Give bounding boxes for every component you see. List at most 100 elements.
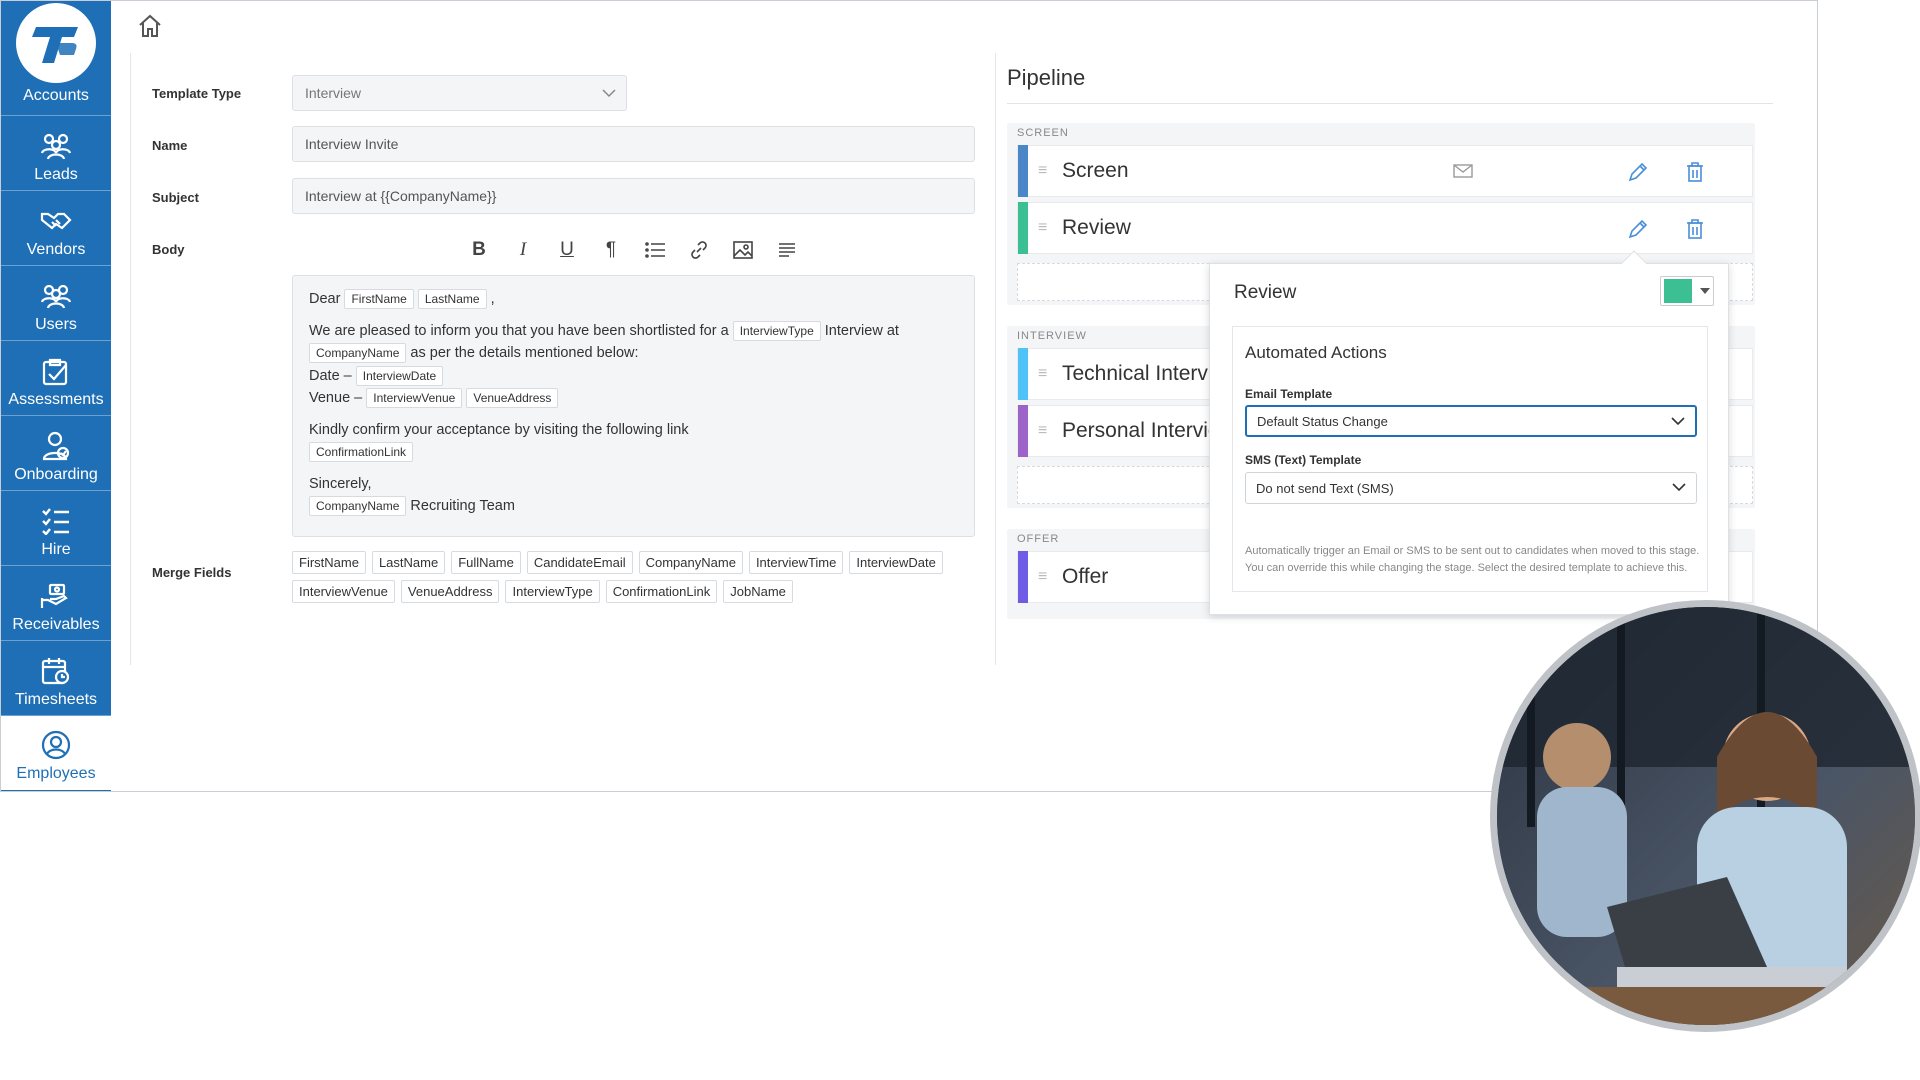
- body-label: Body: [152, 242, 185, 257]
- body-editor[interactable]: Dear FirstName LastName , We are pleased…: [292, 275, 975, 537]
- merge-tag: CompanyName: [309, 496, 407, 517]
- name-input[interactable]: Interview Invite: [292, 126, 975, 162]
- divider: [1007, 103, 1773, 104]
- merge-tag: LastName: [417, 289, 487, 310]
- sidebar-item-label: Hire: [41, 541, 71, 558]
- calendar-clock-icon: [39, 654, 73, 688]
- trash-icon[interactable]: [1685, 161, 1707, 183]
- editor-toolbar: B I U ¶: [466, 237, 800, 263]
- drag-handle-icon[interactable]: ≡: [1038, 219, 1054, 237]
- color-picker-button[interactable]: [1660, 276, 1714, 306]
- sms-template-select[interactable]: Do not send Text (SMS): [1245, 472, 1697, 504]
- merge-field[interactable]: InterviewType: [505, 580, 600, 603]
- sidebar-item-hire[interactable]: Hire: [1, 491, 111, 566]
- merge-tag: CompanyName: [309, 343, 407, 364]
- email-template-select[interactable]: Default Status Change: [1245, 405, 1697, 437]
- merge-tag: VenueAddress: [466, 388, 559, 409]
- stage-name: Offer: [1062, 565, 1109, 588]
- drag-handle-icon[interactable]: ≡: [1038, 365, 1054, 383]
- align-icon[interactable]: [774, 237, 800, 263]
- automated-actions-panel: Automated Actions Email Template Default…: [1232, 326, 1708, 592]
- editor-text: Sincerely,: [309, 475, 372, 492]
- merge-field[interactable]: JobName: [723, 580, 793, 603]
- merge-field[interactable]: CandidateEmail: [526, 551, 633, 574]
- drag-handle-icon[interactable]: ≡: [1038, 162, 1054, 180]
- merge-field[interactable]: CompanyName: [638, 551, 743, 574]
- bold-icon[interactable]: B: [466, 237, 492, 263]
- merge-field[interactable]: InterviewTime: [748, 551, 844, 574]
- editor-text: Recruiting Team: [410, 498, 515, 514]
- onboarding-icon: [39, 429, 73, 463]
- merge-field[interactable]: LastName: [371, 551, 446, 574]
- color-swatch: [1664, 279, 1692, 303]
- stage-name: Review: [1062, 216, 1131, 239]
- home-icon[interactable]: [137, 13, 163, 39]
- image-icon[interactable]: [730, 237, 756, 263]
- sidebar-item-label: Vendors: [26, 241, 86, 258]
- merge-field[interactable]: InterviewDate: [849, 551, 943, 574]
- subject-input[interactable]: Interview at {{CompanyName}}: [292, 178, 975, 214]
- merge-tag: InterviewType: [732, 320, 821, 341]
- chevron-down-icon: [1672, 483, 1686, 492]
- users-icon: [39, 279, 73, 313]
- editor-text: as per the details mentioned below:: [410, 345, 639, 361]
- list-icon[interactable]: [642, 237, 668, 263]
- edit-icon[interactable]: [1627, 218, 1649, 240]
- sidebar-item-employees[interactable]: Employees: [1, 716, 111, 790]
- section-label: OFFER: [1017, 533, 1060, 545]
- merge-field[interactable]: FirstName: [292, 551, 366, 574]
- sidebar-item-label: Leads: [34, 166, 78, 183]
- stage-settings-popover: Review Automated Actions Email Template …: [1209, 263, 1729, 615]
- merge-fields-list: FirstName LastName FullName CandidateEma…: [292, 551, 992, 603]
- merge-tag: InterviewVenue: [366, 388, 463, 409]
- editor-text: Dear: [309, 291, 341, 307]
- sidebar-item-vendors[interactable]: Vendors: [1, 191, 111, 266]
- people-icon: [39, 129, 73, 163]
- sidebar-item-receivables[interactable]: Receivables: [1, 566, 111, 641]
- sidebar-item-label: Onboarding: [14, 466, 98, 483]
- merge-fields-label: Merge Fields: [152, 565, 232, 580]
- link-icon[interactable]: [686, 237, 712, 263]
- sidebar-item-label: Timesheets: [14, 691, 98, 708]
- drag-handle-icon[interactable]: ≡: [1038, 422, 1054, 440]
- name-label: Name: [152, 138, 188, 153]
- editor-text: Date –: [309, 367, 352, 384]
- merge-field[interactable]: FullName: [451, 551, 521, 574]
- handshake-icon: [39, 204, 73, 238]
- edit-icon[interactable]: [1627, 161, 1649, 183]
- hand-money-icon: [39, 579, 73, 613]
- template-type-select[interactable]: Interview: [292, 75, 627, 111]
- help-text: Automatically trigger an Email or SMS to…: [1245, 545, 1700, 574]
- italic-icon[interactable]: I: [510, 237, 536, 263]
- sidebar-item-onboarding[interactable]: Onboarding: [1, 416, 111, 491]
- stage-color-bar: [1018, 405, 1028, 457]
- sms-template-value: Do not send Text (SMS): [1256, 480, 1394, 496]
- merge-tag: ConfirmationLink: [309, 442, 414, 463]
- automated-actions-title: Automated Actions: [1245, 343, 1387, 362]
- merge-field[interactable]: ConfirmationLink: [605, 580, 718, 603]
- sidebar-item-leads[interactable]: Leads: [1, 116, 111, 191]
- sidebar-item-assessments[interactable]: Assessments: [1, 341, 111, 416]
- sidebar-item-accounts[interactable]: Accounts: [1, 1, 111, 116]
- underline-icon[interactable]: U: [554, 237, 580, 263]
- merge-field[interactable]: VenueAddress: [400, 580, 500, 603]
- email-icon[interactable]: [1453, 163, 1475, 185]
- section-label: INTERVIEW: [1017, 330, 1087, 342]
- editor-text: Kindly confirm your acceptance by visiti…: [309, 421, 689, 438]
- template-type-value: Interview: [305, 85, 362, 101]
- subject-label: Subject: [152, 190, 199, 205]
- paragraph-icon[interactable]: ¶: [598, 237, 624, 263]
- pipeline-title: Pipeline: [1007, 65, 1086, 90]
- sidebar-item-label: Users: [35, 316, 77, 333]
- stage-name: Screen: [1062, 159, 1129, 182]
- sidebar-item-timesheets[interactable]: Timesheets: [1, 641, 111, 716]
- editor-text: Interview at: [824, 322, 899, 339]
- section-label: SCREEN: [1017, 127, 1069, 139]
- support-agents-photo: [1490, 600, 1920, 1032]
- merge-field[interactable]: InterviewVenue: [292, 580, 395, 603]
- drag-handle-icon[interactable]: ≡: [1038, 568, 1054, 586]
- trash-icon[interactable]: [1685, 218, 1707, 240]
- stage-color-bar: [1018, 202, 1028, 254]
- tp-logo-icon: [16, 3, 96, 83]
- sidebar-item-users[interactable]: Users: [1, 266, 111, 341]
